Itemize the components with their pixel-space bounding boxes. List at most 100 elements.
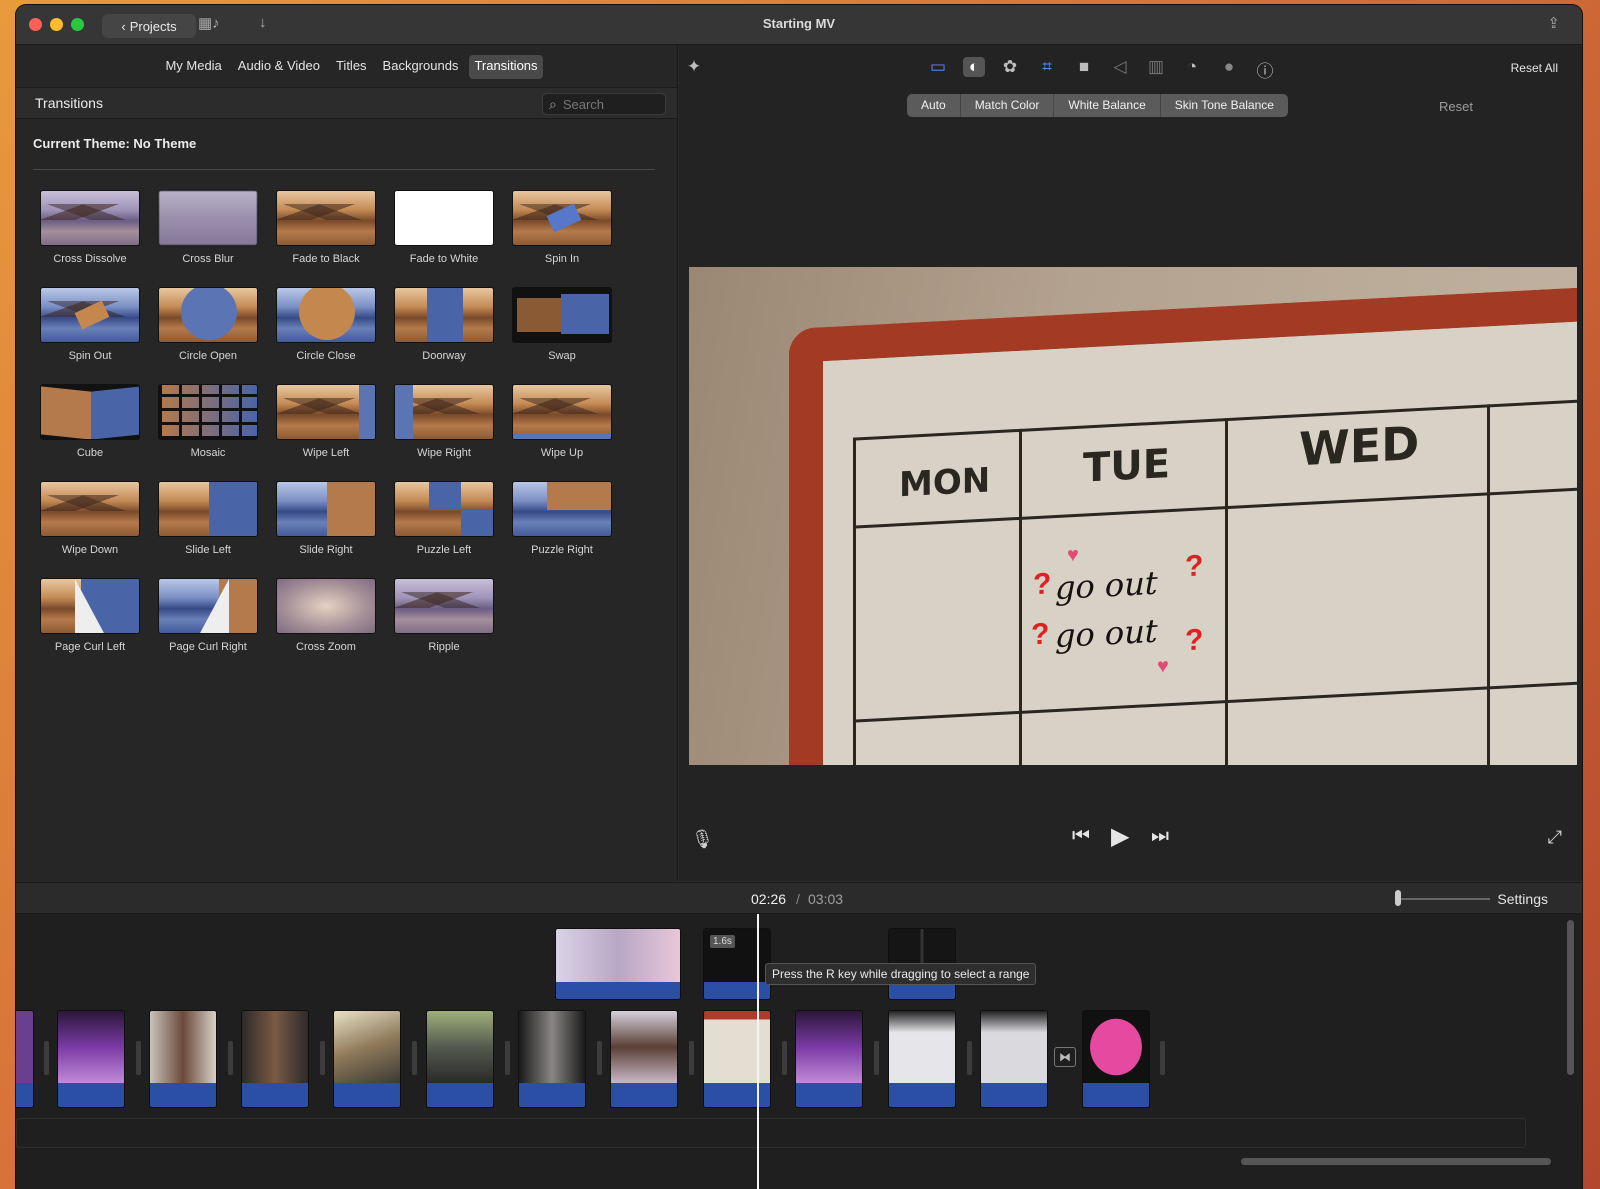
transition-cross-dissolve[interactable]: Cross Dissolve <box>33 190 143 286</box>
speed-icon[interactable]: ◔ <box>1181 57 1203 77</box>
transition-fade-to-white[interactable]: Fade to White <box>387 190 497 286</box>
timeline-clip[interactable] <box>1082 1010 1150 1108</box>
day-label: MON <box>899 460 991 506</box>
transition-icon[interactable]: ⧓ <box>1054 1047 1076 1067</box>
transition-slide-right[interactable]: Slide Right <box>269 481 379 577</box>
transition-label: Mosaic <box>190 447 226 459</box>
equalizer-icon[interactable]: ▥ <box>1145 57 1167 77</box>
transition-label: Wipe Up <box>540 447 584 459</box>
info-icon[interactable]: ⓘ <box>1254 57 1276 82</box>
share-icon[interactable]: ⇪ <box>1547 14 1560 32</box>
timeline-clip[interactable] <box>888 1010 956 1108</box>
color-palette-icon[interactable]: ✿ <box>999 57 1021 77</box>
transition-marker[interactable] <box>228 1041 233 1075</box>
transition-marker[interactable] <box>136 1041 141 1075</box>
transition-marker[interactable] <box>782 1041 787 1075</box>
skin-tone-balance-button[interactable]: Skin Tone Balance <box>1161 94 1288 117</box>
timeline-clip[interactable] <box>426 1010 494 1108</box>
microphone-icon[interactable]: 🎙 <box>691 829 714 850</box>
transition-label: Cross Dissolve <box>53 253 127 265</box>
transition-wipe-left[interactable]: Wipe Left <box>269 384 379 480</box>
transition-page-curl-left[interactable]: Page Curl Left <box>33 578 143 674</box>
vertical-scrollbar[interactable] <box>1567 920 1574 1075</box>
transition-fade-to-black[interactable]: Fade to Black <box>269 190 379 286</box>
crop-to-fill-icon[interactable]: ▭ <box>927 57 949 77</box>
match-color-button[interactable]: Match Color <box>961 94 1055 117</box>
transition-wipe-up[interactable]: Wipe Up <box>505 384 615 480</box>
timeline-settings-button[interactable]: Settings <box>1497 891 1548 907</box>
horizontal-scrollbar[interactable] <box>1241 1158 1551 1165</box>
timeline-clip[interactable] <box>241 1010 309 1108</box>
transition-spin-in[interactable]: Spin In <box>505 190 615 286</box>
timeline-clip[interactable] <box>57 1010 125 1108</box>
timeline-zoom-slider[interactable] <box>1398 898 1490 900</box>
transition-ripple[interactable]: Ripple <box>387 578 497 674</box>
play-icon[interactable]: ▶ <box>1111 822 1129 851</box>
transition-cross-zoom[interactable]: Cross Zoom <box>269 578 379 674</box>
transition-puzzle-right[interactable]: Puzzle Right <box>505 481 615 577</box>
reset-all-button[interactable]: Reset All <box>1511 61 1558 75</box>
white-balance-button[interactable]: White Balance <box>1054 94 1161 117</box>
clip-filter-icon[interactable]: ● <box>1218 57 1240 77</box>
tab-my-media[interactable]: My Media <box>160 55 226 79</box>
transition-marker[interactable] <box>44 1041 49 1075</box>
timeline-clip[interactable] <box>795 1010 863 1108</box>
transition-marker[interactable] <box>505 1041 510 1075</box>
transition-marker[interactable] <box>967 1041 972 1075</box>
transition-marker[interactable] <box>874 1041 879 1075</box>
transition-circle-open[interactable]: Circle Open <box>151 287 261 383</box>
timeline-clip[interactable] <box>610 1010 678 1108</box>
heart-doodle: ♥ <box>1067 543 1079 567</box>
transition-swap[interactable]: Swap <box>505 287 615 383</box>
search-icon: ⌕ <box>549 95 557 112</box>
question-mark-doodle: ? <box>1185 549 1204 584</box>
transition-marker[interactable] <box>412 1041 417 1075</box>
cutaway-clip[interactable] <box>555 928 681 1000</box>
transition-puzzle-left[interactable]: Puzzle Left <box>387 481 497 577</box>
timeline-header: 02:26 / 03:03 Settings <box>16 882 1582 914</box>
tab-audio-video[interactable]: Audio & Video <box>233 55 325 79</box>
volume-icon[interactable]: ◁ <box>1109 57 1131 77</box>
skip-back-icon[interactable]: ⏮ <box>1072 825 1090 848</box>
transition-wipe-right[interactable]: Wipe Right <box>387 384 497 480</box>
color-balance-icon[interactable]: ◐ <box>963 57 985 77</box>
timeline-clip[interactable] <box>333 1010 401 1108</box>
skip-forward-icon[interactable]: ⏭ <box>1151 825 1169 848</box>
transition-label: Cross Zoom <box>296 641 356 653</box>
crop-icon[interactable]: ⌗ <box>1036 57 1058 77</box>
transition-marker[interactable] <box>1160 1041 1165 1075</box>
timeline-clip[interactable] <box>980 1010 1048 1108</box>
tab-transitions[interactable]: Transitions <box>469 55 543 79</box>
stabilization-icon[interactable]: ■ <box>1073 57 1095 77</box>
transition-circle-close[interactable]: Circle Close <box>269 287 379 383</box>
transition-label: Swap <box>548 350 576 362</box>
transition-wipe-down[interactable]: Wipe Down <box>33 481 143 577</box>
transition-thumbnail <box>394 190 494 246</box>
playhead[interactable] <box>757 914 759 1189</box>
search-field[interactable]: ⌕ Search <box>542 93 666 115</box>
transition-cross-blur[interactable]: Cross Blur <box>151 190 261 286</box>
auto-button[interactable]: Auto <box>907 94 961 117</box>
transition-slide-left[interactable]: Slide Left <box>151 481 261 577</box>
cutaway-clip[interactable]: 1.6s <box>703 928 771 1000</box>
transition-page-curl-right[interactable]: Page Curl Right <box>151 578 261 674</box>
transition-marker[interactable] <box>689 1041 694 1075</box>
transition-label: Ripple <box>428 641 460 653</box>
question-mark-doodle: ? <box>1185 623 1204 658</box>
transition-spin-out[interactable]: Spin Out <box>33 287 143 383</box>
transition-marker[interactable] <box>320 1041 325 1075</box>
timeline-clip[interactable] <box>16 1010 34 1108</box>
transition-mosaic[interactable]: Mosaic <box>151 384 261 480</box>
tab-backgrounds[interactable]: Backgrounds <box>378 55 464 79</box>
timeline-clip[interactable] <box>703 1010 771 1108</box>
transition-cube[interactable]: Cube <box>33 384 143 480</box>
fullscreen-icon[interactable]: ⤢ <box>1548 827 1562 848</box>
magic-wand-icon[interactable]: ✦ <box>683 57 705 77</box>
timeline-clip[interactable] <box>518 1010 586 1108</box>
transition-doorway[interactable]: Doorway <box>387 287 497 383</box>
zoom-slider-knob[interactable] <box>1395 890 1401 906</box>
transition-marker[interactable] <box>597 1041 602 1075</box>
timeline-clip[interactable] <box>149 1010 217 1108</box>
tab-titles[interactable]: Titles <box>331 55 372 79</box>
reset-button[interactable]: Reset <box>1439 99 1473 114</box>
